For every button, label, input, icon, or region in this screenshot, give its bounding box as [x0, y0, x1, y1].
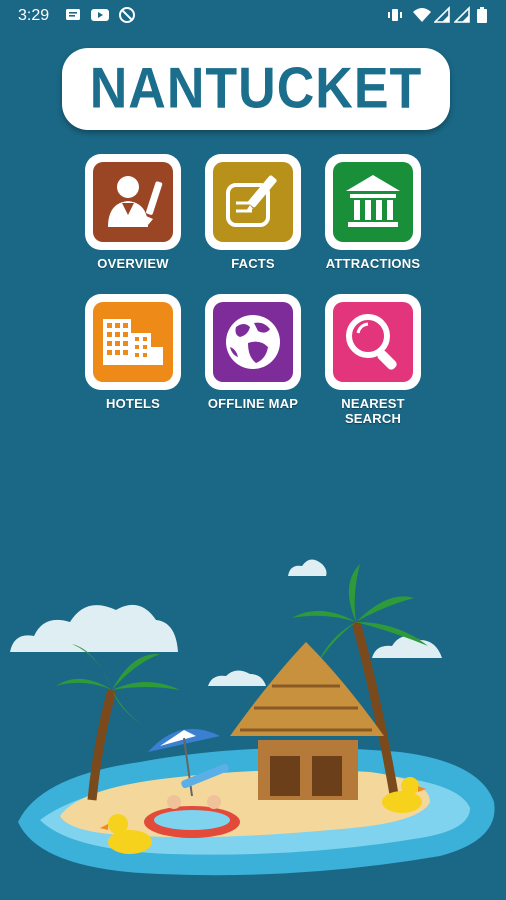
- island-illustration: [10, 559, 495, 876]
- magnifier-icon: [346, 314, 397, 370]
- message-icon: [66, 9, 80, 20]
- menu-item-overview[interactable]: OVERVIEW: [73, 154, 193, 271]
- cloud-icon: [208, 670, 266, 686]
- menu-item-offline-map[interactable]: OFFLINE MAP: [193, 294, 313, 411]
- note-pencil-icon: [226, 175, 277, 227]
- status-bar: 3:29: [0, 0, 506, 32]
- hotel-buildings-icon: [103, 319, 163, 365]
- wifi-icon: [413, 8, 431, 22]
- globe-icon: [226, 315, 280, 369]
- menu-item-label: HOTELS: [106, 396, 160, 411]
- vibrate-icon: [388, 9, 402, 21]
- museum-icon: [346, 175, 400, 227]
- menu-item-label: OFFLINE MAP: [207, 396, 299, 411]
- menu-item-label: ATTRACTIONS: [325, 256, 421, 271]
- menu-item-label: OVERVIEW: [97, 256, 169, 271]
- cloud-icon: [10, 604, 178, 652]
- menu-item-label: FACTS: [231, 256, 275, 271]
- menu-item-hotels[interactable]: HOTELS: [73, 294, 193, 411]
- no-data-icon: [119, 7, 135, 23]
- palm-leaves-shape: [56, 644, 180, 730]
- menu-item-attractions[interactable]: ATTRACTIONS: [313, 154, 433, 271]
- signal-icon: [434, 6, 450, 23]
- menu-item-nearest-search[interactable]: NEAREST SEARCH: [313, 294, 433, 426]
- youtube-icon: [91, 9, 109, 21]
- signal-icon: [454, 6, 470, 23]
- menu-item-facts[interactable]: FACTS: [193, 154, 313, 271]
- cloud-icon: [372, 636, 442, 658]
- person-writing-icon: [108, 176, 163, 227]
- cloud-icon: [288, 559, 327, 576]
- app-title: NANTUCKET: [89, 57, 423, 121]
- status-time: 3:29: [18, 7, 50, 24]
- battery-icon: [477, 7, 487, 23]
- app-title-banner: NANTUCKET: [62, 48, 450, 130]
- menu-item-label: NEAREST SEARCH: [341, 396, 405, 426]
